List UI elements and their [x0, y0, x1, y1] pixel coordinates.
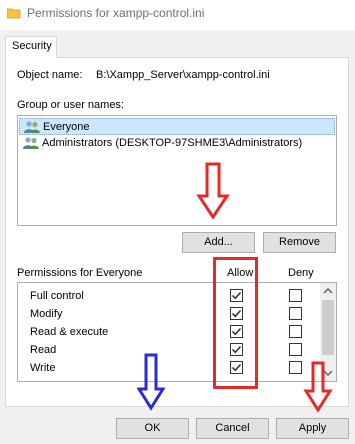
cancel-button[interactable]: Cancel [196, 418, 269, 439]
permission-name: Read & execute [30, 326, 109, 338]
red-arrow-down-icon [303, 361, 333, 416]
list-item-administrators[interactable]: Administrators (DESKTOP-97SHME3\Administ… [19, 135, 335, 152]
list-item-label: Administrators (DESKTOP-97SHME3\Administ… [42, 137, 303, 149]
permissions-label: Permissions for Everyone [17, 267, 143, 279]
folder-icon [6, 7, 21, 19]
title-bar: Permissions for xampp-control.ini [0, 0, 355, 30]
permission-name: Full control [30, 290, 84, 302]
permission-name: Read [30, 344, 57, 356]
ok-button[interactable]: OK [116, 418, 189, 439]
tab-security-label: Security [12, 40, 52, 52]
permission-row-write: Write [18, 359, 321, 377]
blue-arrow-down-icon [136, 353, 166, 414]
allow-column-highlight [213, 257, 258, 389]
deny-checkbox[interactable] [289, 307, 302, 320]
deny-header: Deny [288, 267, 314, 279]
users-icon [24, 120, 41, 134]
scroll-up-icon[interactable] [320, 283, 336, 299]
tab-security[interactable]: Security [5, 36, 57, 58]
window-title: Permissions for xampp-control.ini [27, 6, 205, 20]
apply-button[interactable]: Apply [276, 418, 349, 439]
permissions-list: Full control Modify Read & execute Read … [17, 282, 337, 382]
group-user-list[interactable]: Everyone Administrators (DESKTOP-97SHME3… [17, 115, 337, 226]
object-name-value: B:\Xampp_Server\xampp-control.ini [96, 69, 270, 81]
deny-checkbox[interactable] [289, 343, 302, 356]
list-item-everyone[interactable]: Everyone [19, 118, 335, 135]
red-arrow-down-icon [196, 162, 230, 223]
deny-checkbox[interactable] [289, 361, 302, 374]
permission-name: Write [30, 362, 56, 374]
permission-row-read: Read [18, 341, 321, 359]
permission-row-full-control: Full control [18, 287, 321, 305]
deny-checkbox[interactable] [289, 289, 302, 302]
scroll-thumb[interactable] [322, 300, 334, 355]
permission-row-modify: Modify [18, 305, 321, 323]
list-item-label: Everyone [43, 121, 90, 133]
object-name-label: Object name: [17, 69, 83, 81]
deny-checkbox[interactable] [289, 325, 302, 338]
remove-button[interactable]: Remove [263, 232, 336, 253]
permission-row-read-execute: Read & execute [18, 323, 321, 341]
group-names-label: Group or user names: [17, 99, 124, 111]
permission-name: Modify [30, 308, 63, 320]
users-icon [23, 136, 40, 150]
add-button[interactable]: Add... [182, 232, 255, 253]
